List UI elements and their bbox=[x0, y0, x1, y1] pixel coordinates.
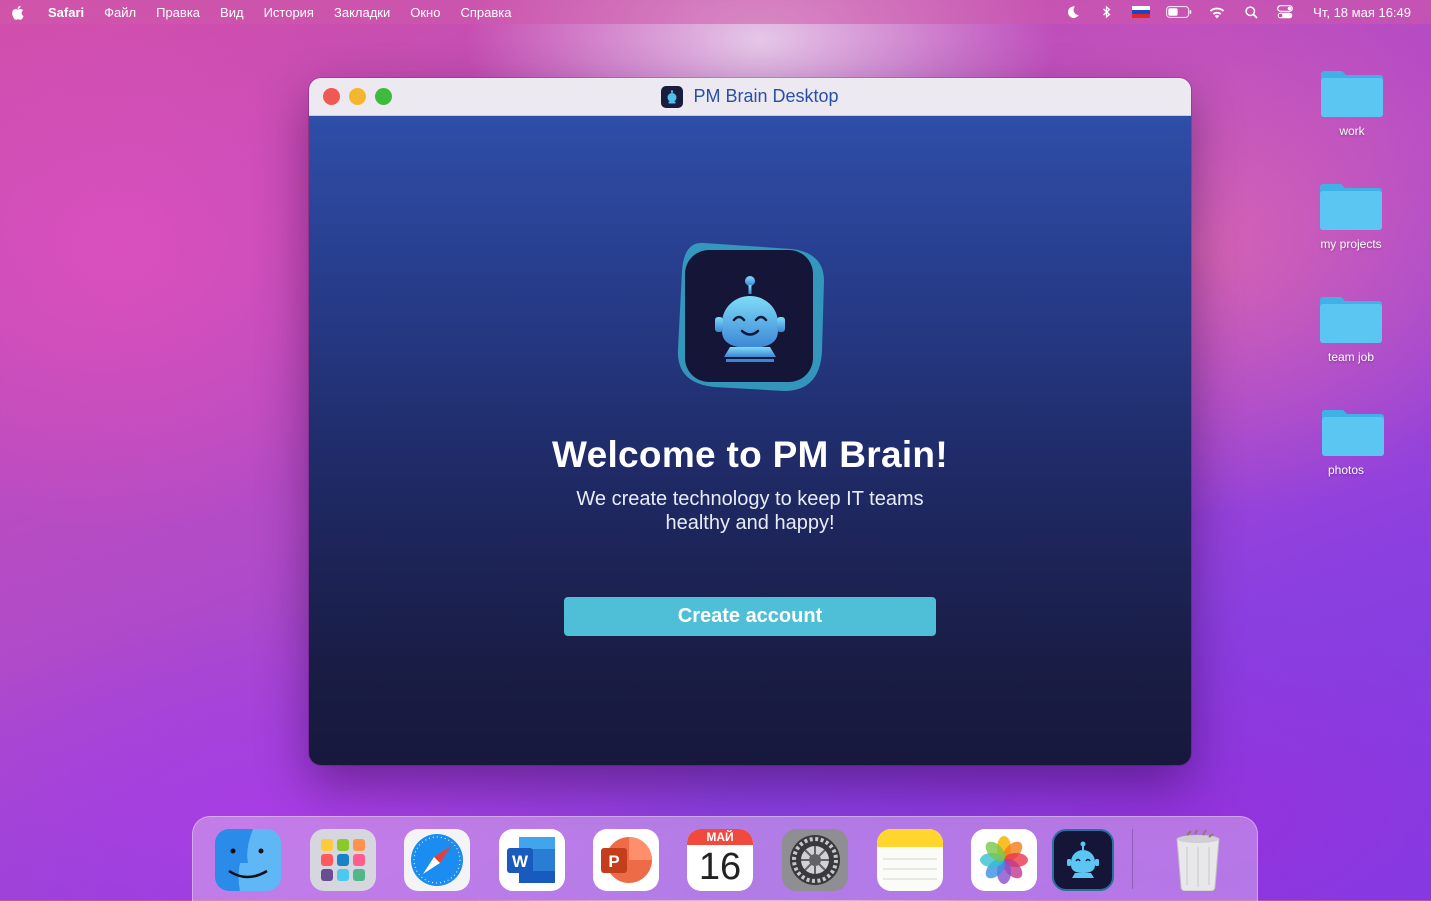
subtitle-line: We create technology to keep IT teams bbox=[576, 488, 924, 510]
desktop-folder-work[interactable]: work bbox=[1302, 66, 1402, 138]
trash-icon[interactable] bbox=[1165, 829, 1231, 892]
pm-brain-window: PM Brain Desktop Welcome to PM Brain! We… bbox=[309, 78, 1191, 765]
powerpoint-icon[interactable]: P bbox=[593, 829, 659, 891]
calendar-month: МАЙ bbox=[706, 830, 734, 844]
svg-text:W: W bbox=[512, 852, 529, 871]
folder-icon bbox=[1319, 66, 1385, 118]
menu-edit[interactable]: Правка bbox=[146, 5, 210, 20]
window-titlebar[interactable]: PM Brain Desktop bbox=[309, 78, 1191, 116]
launchpad-icon[interactable] bbox=[310, 829, 376, 891]
notes-icon[interactable] bbox=[877, 829, 943, 891]
desktop-folder-my-projects[interactable]: my projects bbox=[1301, 179, 1401, 251]
app-logo-icon bbox=[661, 85, 684, 108]
folder-label: team job bbox=[1327, 350, 1375, 364]
dock: W P МАЙ 16 bbox=[192, 816, 1258, 901]
menu-help[interactable]: Справка bbox=[450, 5, 521, 20]
search-icon[interactable] bbox=[1241, 4, 1261, 20]
menu-window[interactable]: Окно bbox=[400, 5, 450, 20]
welcome-heading: Welcome to PM Brain! bbox=[552, 434, 948, 475]
calendar-icon[interactable]: МАЙ 16 bbox=[687, 829, 753, 891]
welcome-subtitle: We create technology to keep IT teams he… bbox=[309, 487, 1191, 535]
create-account-button[interactable]: Create account bbox=[564, 597, 936, 636]
control-center-icon[interactable] bbox=[1275, 4, 1295, 20]
calendar-day: 16 bbox=[698, 846, 742, 888]
folder-label: my projects bbox=[1320, 237, 1382, 251]
welcome-screen: Welcome to PM Brain! We create technolog… bbox=[309, 116, 1191, 765]
folder-label: work bbox=[1339, 124, 1365, 138]
russian-flag-icon[interactable] bbox=[1131, 4, 1151, 20]
desktop-folder-photos[interactable]: photos bbox=[1296, 405, 1396, 477]
menu-clock[interactable]: Чт, 18 мая 16:49 bbox=[1313, 5, 1411, 20]
word-icon[interactable]: W bbox=[499, 829, 565, 891]
apple-icon[interactable] bbox=[11, 4, 25, 20]
wifi-icon[interactable] bbox=[1207, 4, 1227, 20]
menu-bar: Safari Файл Правка Вид История Закладки … bbox=[0, 0, 1431, 24]
subtitle-line: healthy and happy! bbox=[665, 512, 835, 534]
menu-app-name[interactable]: Safari bbox=[38, 5, 94, 20]
pm-brain-dock-icon[interactable] bbox=[1052, 829, 1114, 891]
folder-label: photos bbox=[1327, 463, 1365, 477]
safari-icon[interactable] bbox=[404, 829, 470, 891]
menu-bookmarks[interactable]: Закладки bbox=[324, 5, 400, 20]
menu-file[interactable]: Файл bbox=[94, 5, 146, 20]
system-preferences-icon[interactable] bbox=[782, 829, 848, 891]
folder-icon bbox=[1320, 405, 1386, 457]
folder-icon bbox=[1318, 179, 1384, 231]
desktop-folder-team-job[interactable]: team job bbox=[1301, 292, 1401, 364]
dock-separator bbox=[1132, 829, 1133, 889]
menu-view[interactable]: Вид bbox=[210, 5, 254, 20]
finder-icon[interactable] bbox=[215, 829, 281, 891]
menu-history[interactable]: История bbox=[254, 5, 324, 20]
folder-icon bbox=[1318, 292, 1384, 344]
robot-logo-icon bbox=[674, 241, 826, 393]
battery-icon[interactable] bbox=[1165, 4, 1193, 20]
window-title: PM Brain Desktop bbox=[693, 86, 839, 106]
moon-icon[interactable] bbox=[1063, 4, 1083, 20]
photos-icon[interactable] bbox=[971, 829, 1037, 891]
svg-text:P: P bbox=[608, 852, 619, 871]
bluetooth-icon[interactable] bbox=[1097, 4, 1117, 20]
